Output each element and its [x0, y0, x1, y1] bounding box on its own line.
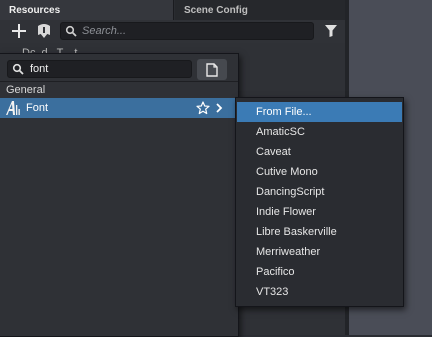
menu-item-from-file[interactable]: From File...: [237, 102, 402, 122]
search-icon: [12, 63, 24, 75]
menu-item-font[interactable]: Pacifico: [237, 262, 402, 282]
tab-resources[interactable]: Resources: [0, 0, 174, 20]
resources-search-input[interactable]: [82, 23, 302, 39]
menu-item-font[interactable]: Indie Flower: [237, 202, 402, 222]
add-resource-button[interactable]: [8, 21, 30, 41]
resource-type-label: Font: [26, 102, 49, 114]
search-icon: [65, 25, 77, 37]
filter-button[interactable]: [322, 22, 340, 40]
document-icon: [206, 62, 218, 77]
tab-scene-config[interactable]: Scene Config: [175, 0, 345, 20]
chevron-right-icon[interactable]: [214, 102, 224, 114]
menu-item-font[interactable]: DancingScript: [237, 182, 402, 202]
menu-item-font[interactable]: Cutive Mono: [237, 162, 402, 182]
import-icon: [38, 24, 50, 38]
menu-item-font[interactable]: Libre Baskerville: [237, 222, 402, 242]
menu-item-font[interactable]: VT323: [237, 282, 402, 302]
menu-item-font[interactable]: Caveat: [237, 142, 402, 162]
category-label: General: [6, 84, 46, 96]
star-icon[interactable]: [196, 101, 210, 115]
plus-icon: [12, 24, 26, 38]
menu-item-font[interactable]: Merriweather: [237, 242, 402, 262]
menu-item-font[interactable]: AmaticSC: [237, 122, 402, 142]
font-icon: [6, 101, 20, 115]
divider: [0, 81, 238, 82]
filter-icon: [325, 25, 337, 37]
import-button[interactable]: [33, 21, 55, 41]
popup-search-input[interactable]: [30, 61, 185, 77]
browse-file-button[interactable]: [197, 59, 227, 80]
